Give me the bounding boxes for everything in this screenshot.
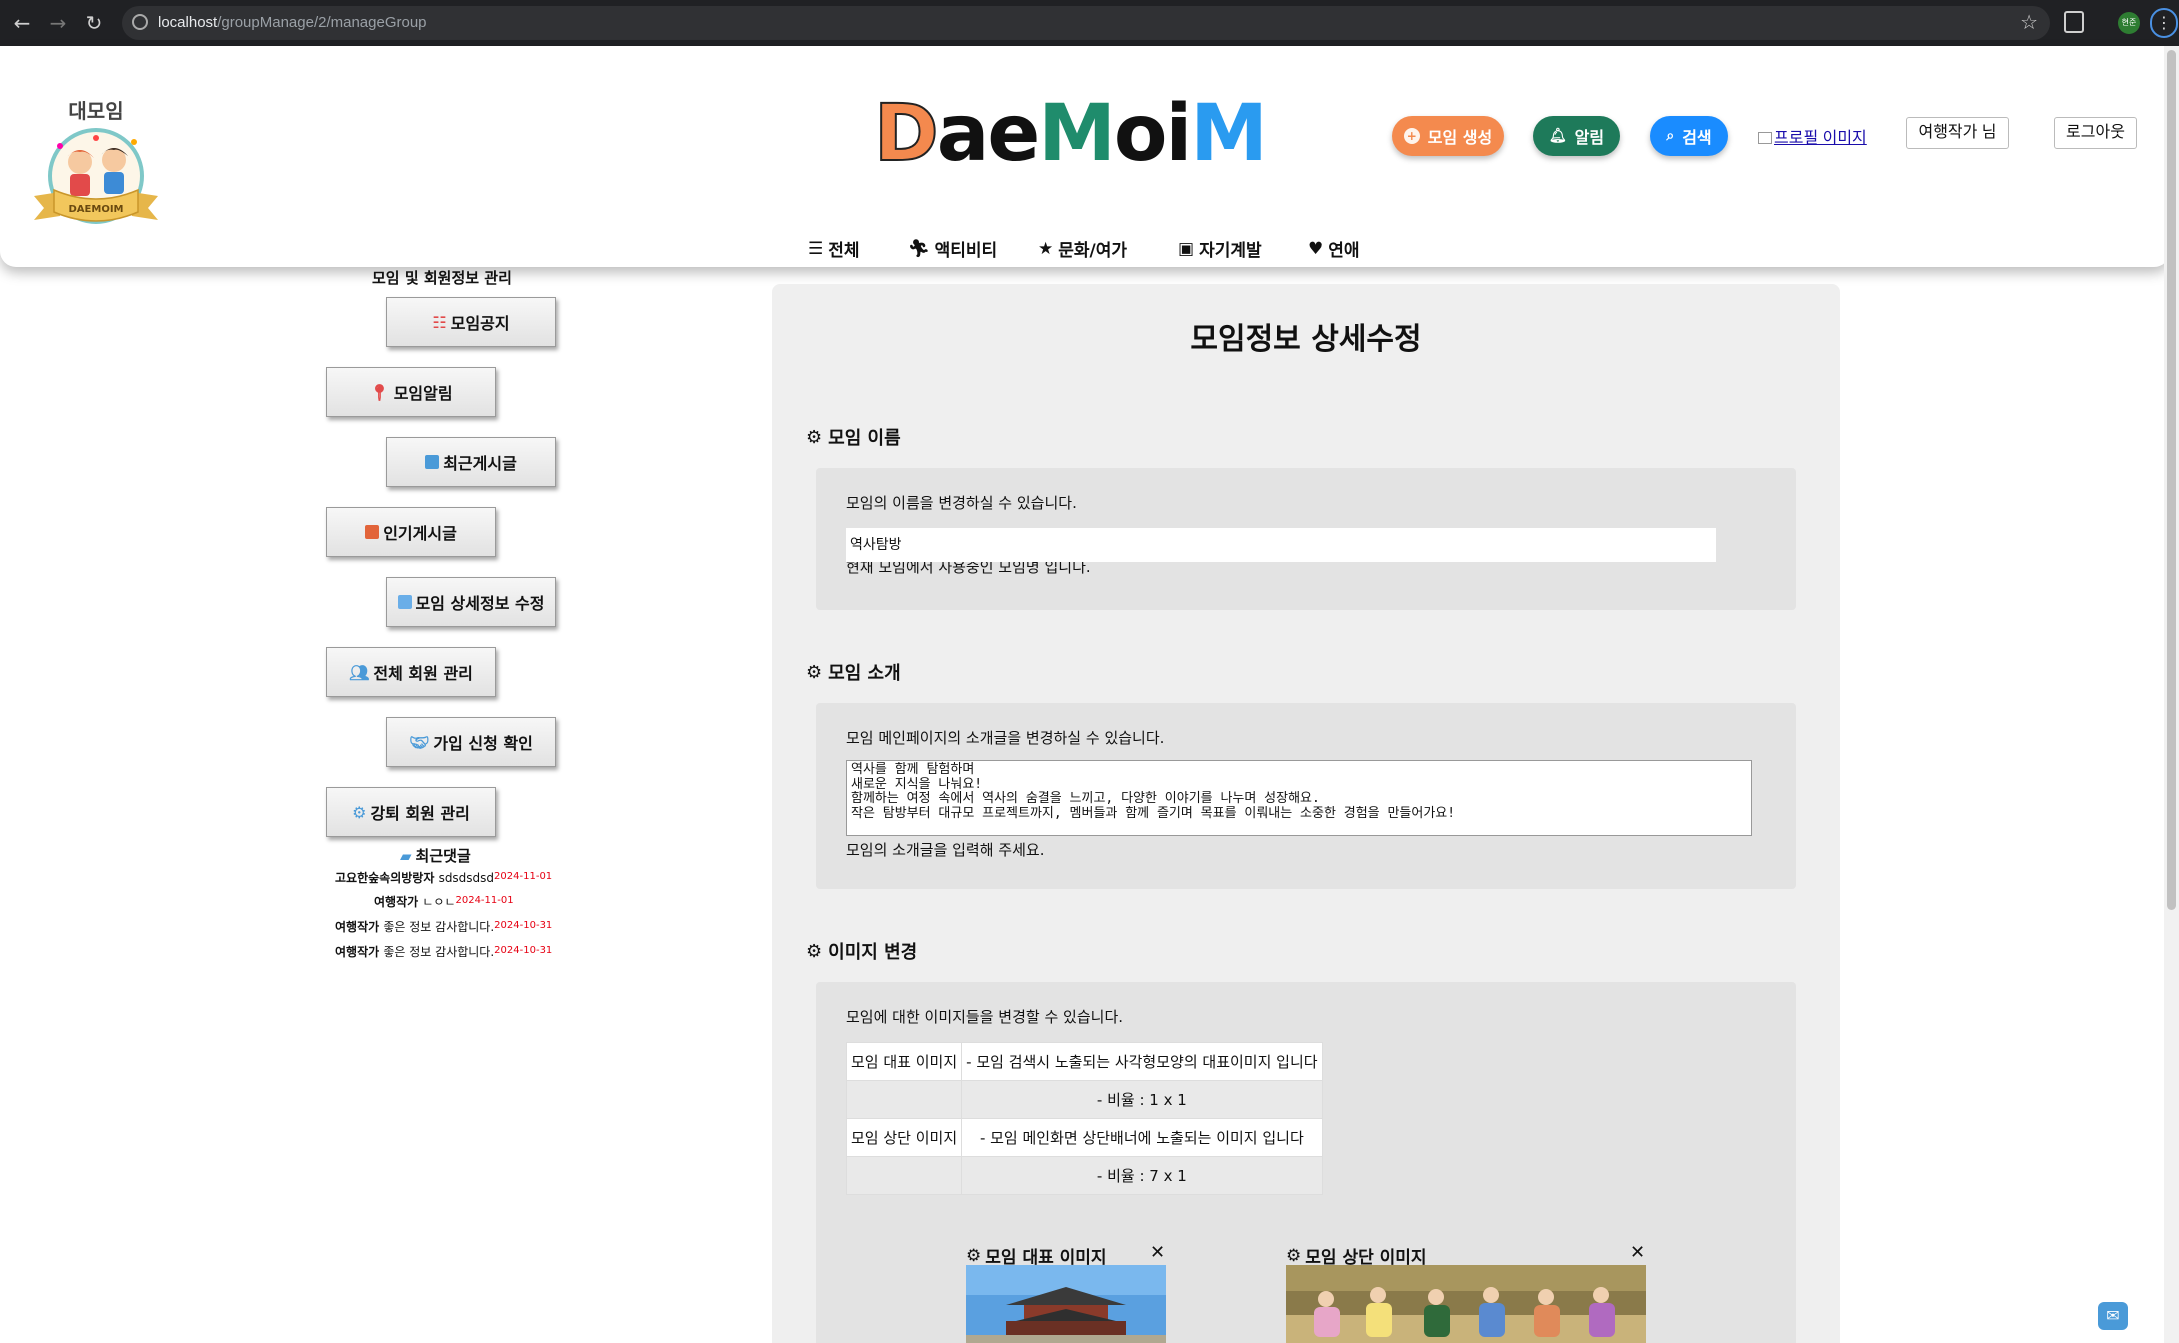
category-romance[interactable]: ♥ 연애 [1308,236,1360,262]
gear-icon: ⚙ [806,426,823,448]
remove-main-image-icon[interactable]: ✕ [1150,1242,1165,1263]
table-row: 모임 대표 이미지 - 모임 검색시 노출되는 사각형모양의 대표이미지 입니다 [845,1042,1323,1081]
gear-icon: ⚙ [966,1245,982,1266]
daemoim-logo[interactable]: 대모임 DAEMOIM [30,76,162,246]
create-group-label: 모임 생성 [1427,128,1493,147]
profile-image-link[interactable]: 프로필 이미지 [1758,124,1867,148]
name-section-heading: ⚙ 모임 이름 [806,426,901,450]
category-activity[interactable]: 🏃︎ 액티비티 [908,236,997,262]
sidebar-item-notice[interactable]: ☷ 모임공지 [386,297,556,347]
sidebar-item-alarm[interactable]: 📍︎ 모임알림 [326,367,496,417]
image-section-desc: 모임에 대한 이미지들을 변경할 수 있습니다. [846,1008,1124,1026]
running-person-icon: 🏃︎ [908,238,930,259]
sidebar-item-edit-details[interactable]: 모임 상세정보 수정 [386,577,556,627]
table-row: 모임 상단 이미지 - 모임 메인화면 상단배너에 노출되는 이미지 입니다 [845,1118,1323,1157]
alarm-label: 알림 [1574,128,1605,147]
menu-bars-icon: ☰ [808,238,824,259]
gears-icon: ⚙ [352,802,367,822]
remove-top-image-icon[interactable]: ✕ [1630,1242,1645,1263]
scrollbar-thumb[interactable] [2167,50,2176,910]
forward-icon[interactable]: → [46,11,70,35]
page-title: 모임정보 상세수정 [1190,322,1422,357]
top-image-thumbnail[interactable] [1286,1265,1646,1343]
gear-icon: ⚙ [806,940,823,962]
star-icon: ★ [1038,238,1054,259]
mail-icon[interactable]: ✉ [2098,1302,2128,1330]
profile-image-alt: 프로필 이미지 [1774,130,1867,147]
gear-icon: ⚙ [806,661,823,683]
user-name-button[interactable]: 여행작가 님 [1906,117,2009,149]
recent-comments-title: ▰ 최근댓글 [400,846,471,866]
url-text: localhost/groupManage/2/manageGroup [158,14,427,31]
search-icon: ⌕ [1666,128,1675,144]
name-section-desc: 모임의 이름을 변경하실 수 있습니다. [846,494,1077,512]
sidebar-title: 모임 및 회원정보 관리 [372,269,512,287]
reload-icon[interactable]: ↻ [82,11,106,35]
users-icon: 👥︎ [349,662,370,682]
image-section-heading: ⚙ 이미지 변경 [806,940,918,964]
intro-section-desc: 모임 메인페이지의 소개글을 변경하실 수 있습니다. [846,729,1165,747]
book-icon: ▣ [1178,238,1195,259]
clipboard-icon [397,595,412,609]
logout-button[interactable]: 로그아웃 [2054,117,2137,149]
pin-icon: 📍︎ [369,382,390,402]
svg-text:DAEMOIM: DAEMOIM [69,204,124,215]
intro-section-heading: ⚙ 모임 소개 [806,661,901,685]
browser-toolbar: ← → ↻ localhost/groupManage/2/manageGrou… [0,0,2179,46]
site-header: 대모임 DAEMOIM DaeMoiM + 모임 생성 🔔︎ 알림 ⌕ 검색 프… [0,46,2170,267]
group-intro-textarea[interactable]: 역사를 함께 탐험하며 새로운 지식을 나눠요! 함께하는 여정 속에서 역사의… [846,760,1752,836]
daemoim-brand-wordmark[interactable]: DaeMoiM [874,88,1294,178]
alarm-button[interactable]: 🔔︎ 알림 [1533,116,1620,156]
image-guide-table: 모임 대표 이미지 - 모임 검색시 노출되는 사각형모양의 대표이미지 입니다… [845,1042,1323,1195]
handshake-icon: 🤝︎ [409,732,430,752]
intro-section-note: 모임의 소개글을 입력해 주세요. [846,841,1045,859]
sidebar-item-banned-members[interactable]: ⚙ 강퇴 회원 관리 [326,787,496,837]
heart-icon: ♥ [1308,238,1324,259]
group-name-input[interactable]: 역사탐방 [846,528,1716,562]
address-bar[interactable]: localhost/groupManage/2/manageGroup ☆ [122,6,2050,40]
browser-profile-avatar[interactable]: 현준 [2118,12,2140,34]
table-row: - 비율 : 7 x 1 [845,1156,1323,1195]
comment-icon: ▰ [400,846,412,865]
sidebar-item-recent-posts[interactable]: 최근게시글 [386,437,556,487]
gear-icon: ⚙ [1286,1245,1302,1266]
create-group-button[interactable]: + 모임 생성 [1392,116,1504,156]
search-button[interactable]: ⌕ 검색 [1650,116,1728,156]
extensions-icon[interactable] [2064,11,2084,33]
sidebar-item-all-members[interactable]: 👥︎ 전체 회원 관리 [326,647,496,697]
category-culture[interactable]: ★ 문화/여가 [1038,236,1127,262]
search-label: 검색 [1682,128,1712,147]
category-self-development[interactable]: ▣ 자기계발 [1178,236,1262,262]
site-info-icon[interactable] [132,14,148,30]
svg-text:DaeMoiM: DaeMoiM [874,89,1266,178]
sidebar-item-popular-posts[interactable]: 인기게시글 [326,507,496,557]
svg-text:대모임: 대모임 [68,99,123,123]
category-all[interactable]: ☰ 전체 [808,236,860,262]
list-icon: ☷ [432,312,447,332]
hot-post-icon [365,525,380,539]
bell-icon: 🔔︎ [1548,128,1567,144]
page-scrollbar[interactable] [2164,46,2179,1343]
main-image-thumbnail[interactable] [966,1265,1166,1343]
table-row: - 비율 : 1 x 1 [845,1080,1323,1119]
bookmark-star-icon[interactable]: ☆ [2020,10,2038,34]
post-icon [425,455,440,469]
back-icon[interactable]: ← [10,11,34,35]
broken-image-icon [1758,132,1772,144]
sidebar-item-join-requests[interactable]: 🤝︎ 가입 신청 확인 [386,717,556,767]
browser-menu-icon[interactable]: ⋮ [2150,8,2178,38]
plus-circle-icon: + [1403,128,1420,144]
